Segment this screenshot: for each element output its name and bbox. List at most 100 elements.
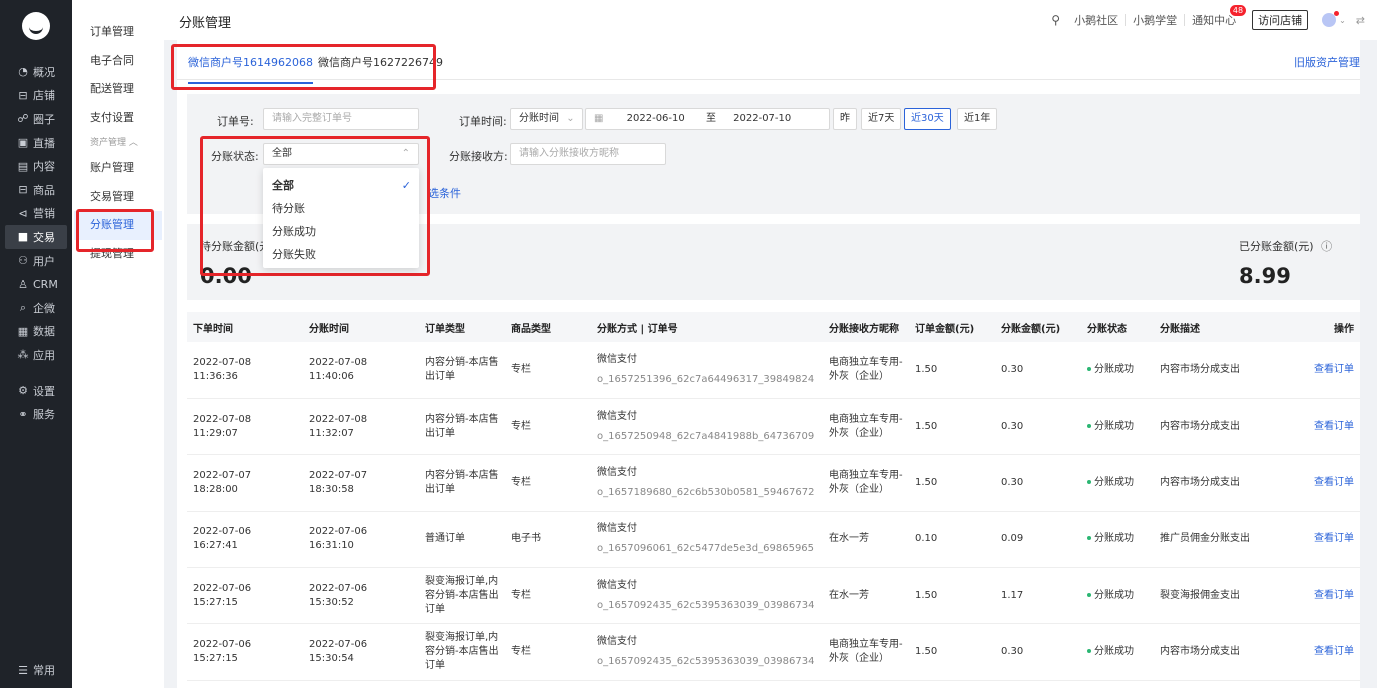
nav-item-items-1[interactable]: ⊟ 店铺 <box>0 84 72 108</box>
status-option-pending[interactable]: 待分账 <box>263 197 419 220</box>
table-cell: 内容市场分成支出 <box>1154 342 1294 399</box>
nav-icon: ▣ <box>17 136 29 150</box>
nav-item-items-4[interactable]: ▤ 内容 <box>0 154 72 178</box>
quick-30days[interactable]: 近30天 <box>904 108 951 130</box>
view-order-link[interactable]: 查看订单 <box>1294 511 1360 569</box>
order-no: o_1657092435_62c5395363039_03986734 <box>597 599 815 611</box>
nav-icon: ⚙ <box>18 384 28 398</box>
nav-icon: ◔ <box>18 65 28 79</box>
nav-item-items-9[interactable]: ♙ CRM <box>0 272 72 296</box>
nav-item-items-8[interactable]: ⚇ 用户 <box>0 249 72 273</box>
nav-icon: ☍ <box>17 112 29 126</box>
pay-method: 微信支付 <box>597 579 637 591</box>
nav-item-items-5[interactable]: ⊟ 商品 <box>0 178 72 202</box>
switch-icon[interactable]: ⇄ <box>1356 14 1365 27</box>
table-cell: 分账成功 <box>1081 342 1154 399</box>
view-order-link[interactable]: 查看订单 <box>1294 398 1360 456</box>
academy-link[interactable]: 小鹅学堂 <box>1133 12 1177 28</box>
nav-item-items-11[interactable]: ▦ 数据 <box>0 320 72 344</box>
status-text: 分账成功 <box>1094 533 1134 545</box>
more-filters-link[interactable]: 选条件 <box>428 185 461 201</box>
status-dropdown: 全部 ✓ 待分账 分账成功 分账失败 <box>263 168 419 268</box>
subnav-group-assets[interactable]: 资产管理 ︿ <box>72 132 164 154</box>
nav-icon: ■ <box>17 230 29 244</box>
notice-link[interactable]: 通知中心 48 <box>1192 5 1247 28</box>
table-cell: 电商独立车专用-外灰（企业） <box>823 398 909 456</box>
nav-item-items-12[interactable]: ⁂ 应用 <box>0 343 72 367</box>
table-cell: 微信支付 o_1657092435_62c5395363039_03986734 <box>591 567 823 625</box>
status-dot-icon <box>1087 479 1091 484</box>
time-type-select[interactable]: 分账时间 ⌄ <box>510 108 583 130</box>
column-header: 分账状态 <box>1081 312 1154 342</box>
subnav-contract[interactable]: 电子合同 <box>72 47 164 76</box>
info-icon[interactable]: ⓘ <box>1321 240 1332 253</box>
search-icon[interactable]: ⚲ <box>1051 13 1060 27</box>
column-header: 分账接收方昵称 <box>823 312 909 342</box>
order-no-input[interactable]: 请输入完整订单号 <box>263 108 419 130</box>
view-order-link[interactable]: 查看订单 <box>1294 454 1360 512</box>
nav-label: 内容 <box>33 160 55 174</box>
status-dot-icon <box>1087 649 1091 654</box>
nav-item-lower-1[interactable]: ⚭ 服务 <box>0 402 72 426</box>
table-row: 2022-07-07 18:28:00 2022-07-07 18:30:58 内容… <box>187 454 1360 512</box>
table-cell: 裂变海报佣金支出 <box>1154 567 1294 625</box>
nav-icon: ⚇ <box>18 254 28 268</box>
table-cell: 2022-07-06 15:30:54 <box>303 623 419 681</box>
subnav-account[interactable]: 账户管理 <box>72 154 164 183</box>
view-order-link[interactable]: 查看订单 <box>1294 342 1360 399</box>
date-range-picker[interactable]: ▦ 2022-06-10 至 2022-07-10 <box>585 108 830 130</box>
community-link[interactable]: 小鹅社区 <box>1074 12 1118 28</box>
quick-7days[interactable]: 近7天 <box>861 108 902 130</box>
nav-item-items-3[interactable]: ▣ 直播 <box>0 131 72 155</box>
pay-method: 微信支付 <box>597 410 637 422</box>
status-option-success[interactable]: 分账成功 <box>263 220 419 243</box>
status-text: 分账成功 <box>1094 420 1134 432</box>
column-header: 下单时间 <box>187 312 303 342</box>
table-cell: 2022-07-08 11:32:07 <box>303 398 419 456</box>
nav-item-lower-0[interactable]: ⚙ 设置 <box>0 379 72 403</box>
subnav-delivery[interactable]: 配送管理 <box>72 75 164 104</box>
nav-label: 交易 <box>33 230 55 244</box>
view-order-link[interactable]: 查看订单 <box>1294 567 1360 625</box>
divider <box>1125 14 1127 26</box>
nav-item-common[interactable]: ☰ 常用 <box>0 658 55 682</box>
status-option-all[interactable]: 全部 ✓ <box>263 174 419 197</box>
table-cell: 微信支付 o_1657189680_62c6b530b0581_59467672 <box>591 454 823 512</box>
app-logo[interactable] <box>22 12 50 40</box>
status-dot-icon <box>1087 423 1091 428</box>
table-cell: 裂变海报订单,内容分销-本店售出订单 <box>419 623 505 681</box>
avatar[interactable] <box>1322 11 1340 27</box>
table-cell: 内容分销-本店售出订单 <box>419 454 505 512</box>
view-order-link[interactable]: 查看订单 <box>1294 623 1360 681</box>
table-cell: 2022-07-08 11:29:07 <box>187 398 303 456</box>
visit-shop-button[interactable]: 访问店铺 <box>1252 10 1309 30</box>
receiver-input[interactable]: 请输入分账接收方昵称 <box>510 143 666 165</box>
table-cell: 2022-07-07 18:28:00 <box>187 454 303 512</box>
chevron-down-icon[interactable]: ⌄ <box>1339 16 1346 25</box>
table-cell: 分账成功 <box>1081 511 1154 569</box>
old-asset-link[interactable]: 旧版资产管理 <box>1294 54 1360 70</box>
nav-item-items-7[interactable]: ■ 交易 <box>5 225 67 249</box>
order-no-label: 订单号: <box>217 115 254 128</box>
nav-item-items-6[interactable]: ⊲ 营销 <box>0 202 72 226</box>
status-text: 分账成功 <box>1094 363 1134 375</box>
table-cell: 1.50 <box>909 342 995 399</box>
chevron-down-icon: ⌄ <box>566 113 575 124</box>
order-no: o_1657251396_62c7a64496317_39849824 <box>597 373 815 385</box>
menu-icon: ☰ <box>18 663 28 677</box>
table-cell: 微信支付 o_1657250948_62c7a4841988b_64736709 <box>591 398 823 456</box>
nav-item-items-10[interactable]: ⌕ 企微 <box>0 296 72 320</box>
nav-label: 商品 <box>33 183 55 197</box>
status-dot-icon <box>1087 592 1091 597</box>
nav-label: 设置 <box>33 384 55 398</box>
table-cell: 1.17 <box>995 567 1081 625</box>
subnav-order-manage[interactable]: 订单管理 <box>72 18 164 47</box>
subnav-payment-settings[interactable]: 支付设置 <box>72 104 164 133</box>
quick-yesterday[interactable]: 昨 <box>833 108 857 130</box>
table-cell: 专栏 <box>505 342 591 399</box>
quick-1year[interactable]: 近1年 <box>957 108 998 130</box>
nav-item-items-0[interactable]: ◔ 概况 <box>0 60 72 84</box>
status-option-failed[interactable]: 分账失败 <box>263 243 419 266</box>
subnav-transactions[interactable]: 交易管理 <box>72 183 164 212</box>
nav-item-items-2[interactable]: ☍ 圈子 <box>0 107 72 131</box>
